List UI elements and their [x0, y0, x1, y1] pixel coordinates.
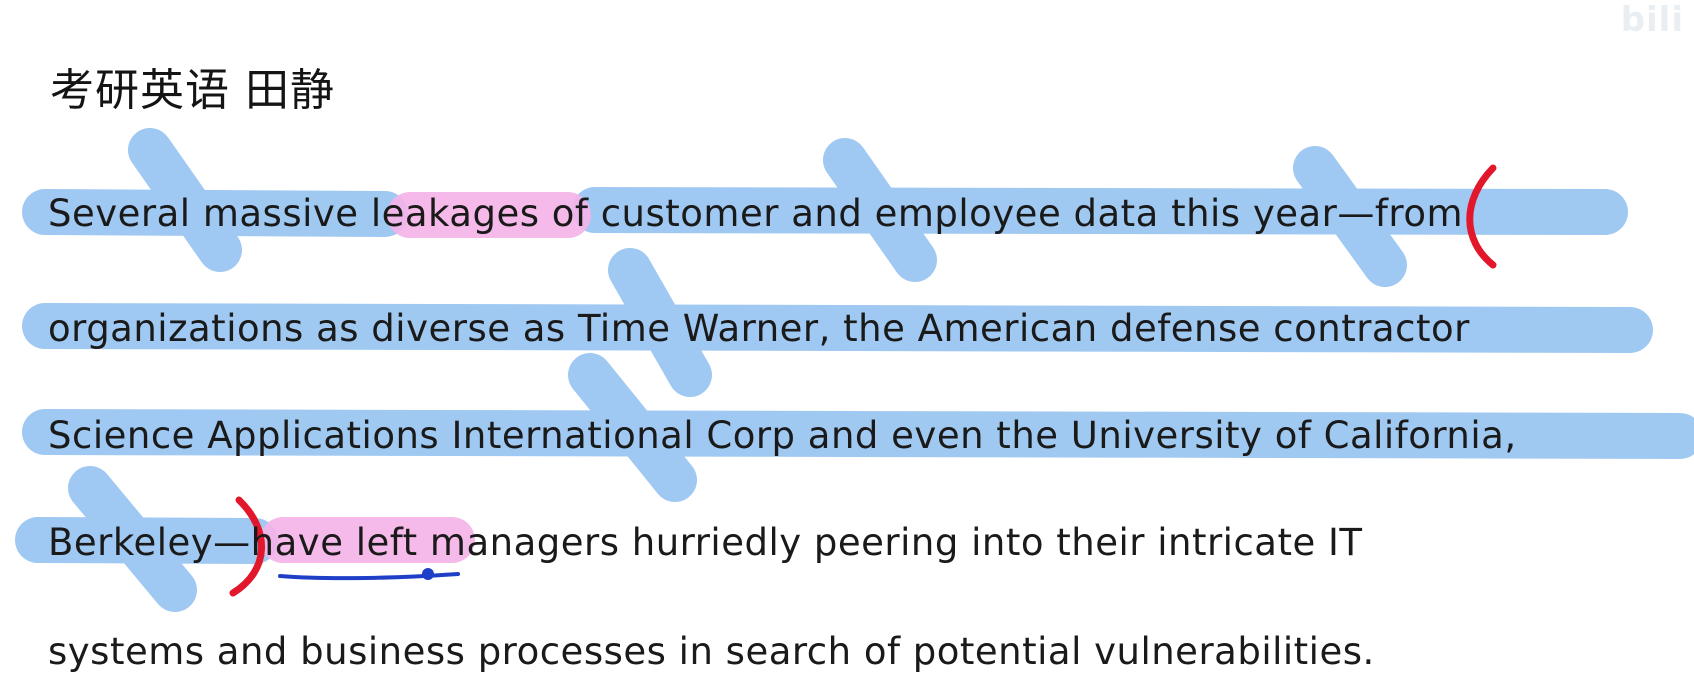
pink-highlight-group: [260, 192, 591, 563]
passage-line-2: organizations as diverse as Time Warner,…: [48, 307, 1470, 350]
passage-line-1: Several massive leakages of customer and…: [48, 192, 1463, 235]
line4-phrase-have-left: have left: [250, 521, 418, 564]
passage-line-3: Science Applications International Corp …: [48, 414, 1517, 457]
line1-text-a: Several massive: [48, 192, 359, 235]
underline-dot: [422, 568, 434, 580]
line1-dash: —: [1337, 192, 1375, 235]
line1-word-leakages: leakages: [370, 192, 540, 235]
annotated-passage-frame: bili 考研英语 田静 Several massive leakages of…: [0, 0, 1694, 694]
line1-text-e: from: [1374, 192, 1463, 235]
line1-text-c: of customer and employee data this year: [551, 192, 1338, 235]
underline-have-left: [278, 568, 460, 581]
line4-text-d: managers hurriedly peering into their in…: [429, 521, 1363, 564]
line4-word-berkeley: Berkeley: [48, 521, 214, 564]
passage-line-4: Berkeley—have left managers hurriedly pe…: [48, 521, 1363, 564]
passage-line-5: systems and business processes in search…: [48, 630, 1375, 673]
line4-dash: —: [213, 521, 251, 564]
